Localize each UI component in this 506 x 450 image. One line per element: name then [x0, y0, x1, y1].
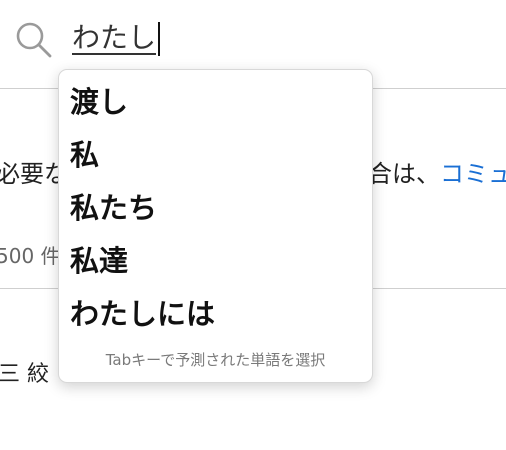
community-link[interactable]: コミュ	[440, 160, 506, 188]
suggestion-item[interactable]: 私たち	[59, 182, 372, 235]
suggestion-list: 渡し 私 私たち 私達 わたしには	[59, 70, 372, 341]
body-text-right-plain: 合は、	[368, 160, 440, 188]
suggestion-item[interactable]: 私	[59, 129, 372, 182]
filter-button[interactable]: 三 絞	[0, 356, 49, 388]
text-caret	[158, 22, 161, 56]
search-input[interactable]: わたし	[72, 18, 161, 58]
suggestion-item[interactable]: 渡し	[59, 76, 372, 129]
search-icon[interactable]	[14, 20, 54, 60]
body-text-right: 合は、コミュ	[368, 154, 506, 189]
autocomplete-popup: 渡し 私 私たち 私達 わたしには Tabキーで予測された単語を選択	[58, 69, 373, 383]
page: わたし 必要な 合は、コミュ 500 件 三 絞 渡し 私 私たち 私達 わたし…	[0, 0, 506, 450]
suggestion-item[interactable]: 私達	[59, 235, 372, 288]
suggestion-item[interactable]: わたしには	[59, 288, 372, 341]
result-count: 500 件	[0, 244, 61, 268]
autocomplete-hint: Tabキーで予測された単語を選択	[105, 351, 326, 369]
search-input-text: わたし	[72, 21, 157, 54]
